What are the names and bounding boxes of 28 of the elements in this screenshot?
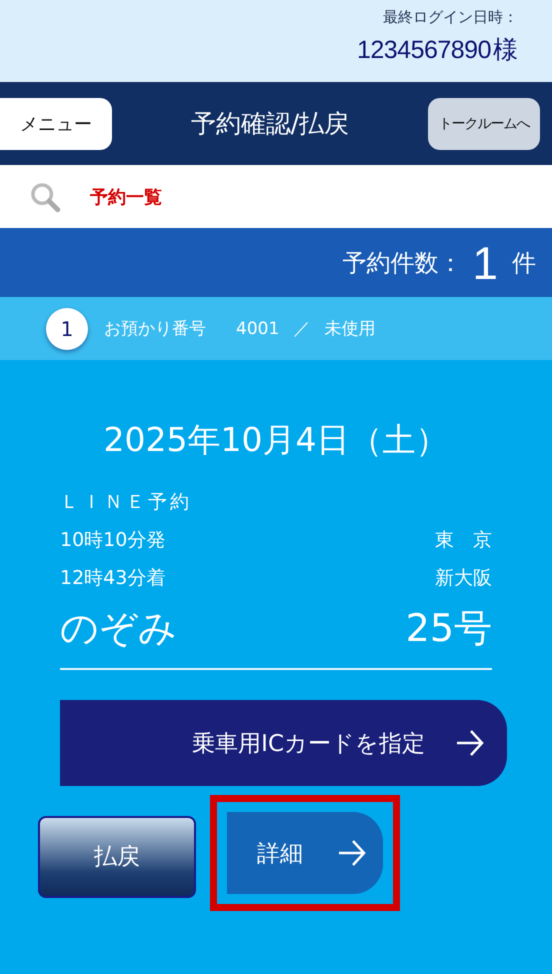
train-number: 25号 [406,605,492,652]
separator: ／ [293,318,310,340]
arrow-icon [337,838,367,868]
usage-status: 未使用 [324,318,376,340]
booking-channel: ＬＩＮＥ予約 [60,490,193,515]
departure-station: 東 京 [435,528,492,553]
page-title: 予約確認/払戻 [190,108,350,140]
number-label: お預かり番号 [104,318,206,340]
arrow-icon [455,728,485,758]
count-unit: 件 [512,248,536,278]
honorific: 様 [493,34,518,66]
arrival-station: 新大阪 [435,566,492,591]
detail-button[interactable]: 詳細 [227,812,383,894]
refund-button[interactable]: 払戻 [38,816,196,898]
departure-time: 10時10分発 [60,528,166,553]
count-value: 1 [472,236,498,290]
menu-button[interactable]: メニュー [0,98,112,150]
count-label: 予約件数： [342,248,462,278]
last-login-label: 最終ログイン日時： [383,8,518,27]
index-badge: 1 [46,308,88,350]
user-id: 1234567890 [356,36,491,65]
talk-room-button[interactable]: トークルームへ [428,98,540,150]
reservation-number: 4001 [236,318,280,338]
travel-date: 2025年10月4日（土） [102,419,450,461]
train-name: のぞみ [60,605,177,652]
ic-card-button[interactable]: 乗車用ICカードを指定 [60,700,507,786]
reservation-list-label[interactable]: 予約一覧 [90,184,162,208]
arrival-time: 12時43分着 [60,566,166,591]
